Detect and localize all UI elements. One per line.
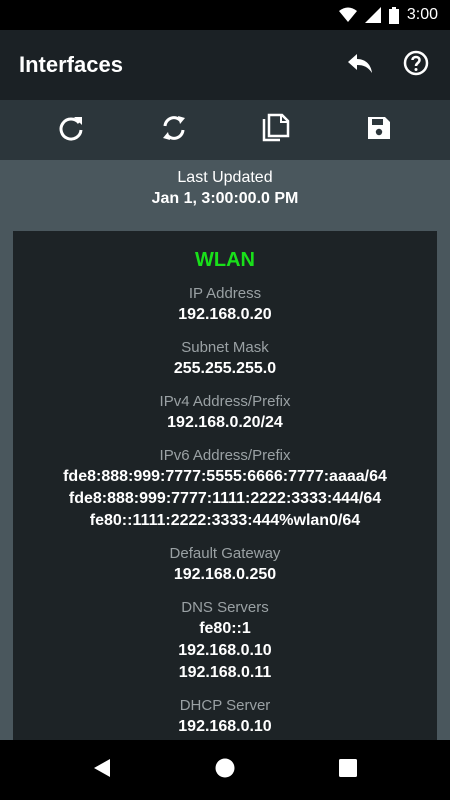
status-bar: 3:00: [0, 0, 450, 30]
copy-button[interactable]: [248, 102, 304, 158]
field-value: 192.168.0.10: [178, 642, 272, 659]
clock: 3:00: [406, 6, 438, 23]
ip-address-field: IP Address 192.168.0.20: [13, 284, 437, 326]
ipv6-prefix-field: IPv6 Address/Prefix fde8:888:999:7777:55…: [13, 446, 437, 532]
field-label: DHCP Server: [179, 697, 271, 714]
dhcp-server-field: DHCP Server 192.168.0.10: [13, 696, 437, 738]
last-updated-value: Jan 1, 3:00:00.0 PM: [151, 190, 299, 207]
auto-refresh-button[interactable]: [146, 102, 202, 158]
field-label: IP Address: [188, 285, 262, 302]
ipv4-prefix-field: IPv4 Address/Prefix 192.168.0.20/24: [13, 392, 437, 434]
field-value: fde8:888:999:7777:1111:2222:3333:444/64: [68, 490, 382, 507]
field-value: fde8:888:999:7777:5555:6666:7777:aaaa/64: [63, 468, 387, 485]
help-button[interactable]: [388, 37, 444, 93]
interface-name: WLAN: [195, 249, 255, 271]
toolbar: [0, 100, 450, 160]
square-recents-icon: [339, 758, 358, 782]
battery-icon: [388, 6, 399, 24]
field-value: 192.168.0.20: [178, 306, 272, 323]
reply-arrow-icon: [347, 52, 373, 79]
refresh-button[interactable]: [43, 102, 99, 158]
circle-home-icon: [215, 758, 235, 783]
triangle-back-icon: [93, 758, 111, 783]
page-title: Interfaces: [19, 52, 123, 77]
field-label: Default Gateway: [169, 545, 281, 562]
navigation-bar: [0, 740, 450, 800]
app-bar: Interfaces: [0, 30, 450, 100]
interface-card: WLAN IP Address 192.168.0.20 Subnet Mask…: [13, 231, 437, 751]
copy-icon: [262, 113, 290, 148]
wifi-icon: [338, 7, 357, 23]
field-value: fe80::1111:2222:3333:444%wlan0/64: [89, 512, 361, 529]
dns-servers-field: DNS Servers fe80::1 192.168.0.10 192.168…: [13, 598, 437, 684]
field-label: IPv4 Address/Prefix: [159, 393, 291, 410]
floppy-disk-icon: [367, 116, 391, 145]
last-updated: Last Updated Jan 1, 3:00:00.0 PM: [0, 168, 450, 210]
field-value: 255.255.255.0: [173, 360, 277, 377]
last-updated-label: Last Updated: [177, 169, 273, 186]
field-label: DNS Servers: [181, 599, 269, 616]
field-label: IPv6 Address/Prefix: [159, 447, 291, 464]
nav-recents-button[interactable]: [318, 740, 378, 800]
field-value: 192.168.0.10: [178, 718, 272, 735]
field-value: fe80::1: [199, 620, 251, 637]
field-value: 192.168.0.250: [173, 566, 277, 583]
sync-icon: [160, 114, 188, 147]
refresh-icon: [57, 114, 85, 147]
default-gateway-field: Default Gateway 192.168.0.250: [13, 544, 437, 586]
back-button[interactable]: [332, 37, 388, 93]
help-circle-icon: [403, 50, 429, 81]
save-button[interactable]: [351, 102, 407, 158]
subnet-mask-field: Subnet Mask 255.255.255.0: [13, 338, 437, 380]
cell-signal-icon: [364, 7, 381, 23]
field-value: 192.168.0.20/24: [167, 414, 283, 431]
field-value: 192.168.0.11: [178, 664, 272, 681]
field-label: Subnet Mask: [181, 339, 269, 356]
nav-home-button[interactable]: [195, 740, 255, 800]
nav-back-button[interactable]: [72, 740, 132, 800]
